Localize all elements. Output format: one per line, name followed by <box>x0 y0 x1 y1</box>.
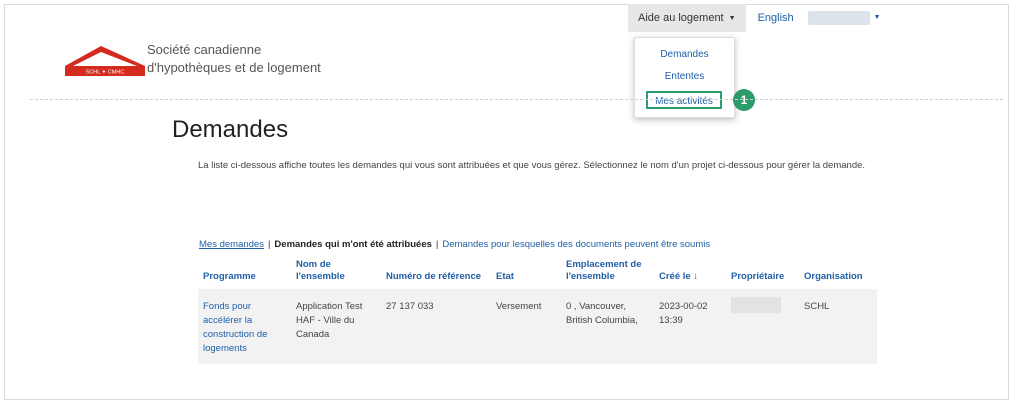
column-header-numero-reference[interactable]: Numéro de référence <box>381 259 491 289</box>
dropdown-item-mes-activites[interactable]: Mes activités <box>646 91 722 109</box>
tab-separator: | <box>267 239 271 250</box>
logo-emblem-text: SCHL ✦ CMHC <box>86 69 125 76</box>
table-header-row: Programme Nom de l'ensemble Numéro de ré… <box>198 259 877 289</box>
schl-logo-icon: SCHL ✦ CMHC <box>65 46 145 76</box>
redacted-owner <box>731 297 781 313</box>
dropdown-item-demandes[interactable]: Demandes <box>635 49 734 60</box>
cell-organisation: SCHL <box>804 301 830 312</box>
user-menu-redacted[interactable] <box>807 11 870 25</box>
requests-table: Programme Nom de l'ensemble Numéro de ré… <box>198 259 877 364</box>
housing-assistance-dropdown: Demandes Ententes Mes activités <box>634 37 735 118</box>
page-intro-text: La liste ci-dessous affiche toutes les d… <box>198 160 866 171</box>
chevron-down-icon: ▼ <box>728 14 736 22</box>
column-header-cree-le[interactable]: Créé le ↓ <box>654 259 726 289</box>
step-callout-badge: 1 <box>733 89 755 111</box>
tab-demandes-documents[interactable]: Demandes pour lesquelles des documents p… <box>442 239 710 250</box>
dropdown-item-ententes[interactable]: Ententes <box>635 71 734 82</box>
organization-name-line1: Société canadienne <box>147 42 262 57</box>
column-header-etat[interactable]: Etat <box>491 259 561 289</box>
cell-etat: Versement <box>496 301 542 312</box>
chevron-down-icon[interactable]: ▼ <box>874 14 881 32</box>
column-header-emplacement[interactable]: Emplacement de l'ensemble <box>561 259 654 289</box>
column-header-organisation[interactable]: Organisation <box>799 259 877 289</box>
cell-nom-ensemble: Application Test HAF - Ville du Canada <box>296 301 363 340</box>
cell-proprietaire <box>726 289 799 364</box>
request-tabs: Mes demandes | Demandes qui m'ont été attr… <box>199 239 710 250</box>
column-header-nom-ensemble[interactable]: Nom de l'ensemble <box>291 259 381 289</box>
nav-housing-assistance-menu[interactable]: Aide au logement ▼ <box>628 4 746 32</box>
table-row: Fonds pour accélérer la construction de … <box>198 289 877 364</box>
cell-cree-le: 2023-00-02 13:39 <box>659 301 708 326</box>
organization-name: Société canadienne d'hypothèques et de l… <box>147 41 321 77</box>
top-nav: Aide au logement ▼ English ▼ <box>628 4 881 32</box>
cell-numero-reference: 27 137 033 <box>386 301 434 312</box>
column-header-programme[interactable]: Programme <box>198 259 291 289</box>
column-header-proprietaire[interactable]: Propriétaire <box>726 259 799 289</box>
tab-demandes-attribuees[interactable]: Demandes qui m'ont été attribuées <box>274 239 431 250</box>
page-title: Demandes <box>172 116 289 143</box>
tab-separator: | <box>435 239 439 250</box>
organization-name-line2: d'hypothèques et de logement <box>147 60 321 75</box>
language-toggle-link[interactable]: English <box>746 4 804 32</box>
tab-mes-demandes[interactable]: Mes demandes <box>199 239 264 250</box>
nav-housing-assistance-label: Aide au logement <box>638 12 724 24</box>
header-divider <box>30 99 1003 100</box>
cell-programme-link[interactable]: Fonds pour accélérer la construction de … <box>198 289 291 364</box>
cell-emplacement: 0 , Vancouver, British Columbia, <box>566 301 638 326</box>
